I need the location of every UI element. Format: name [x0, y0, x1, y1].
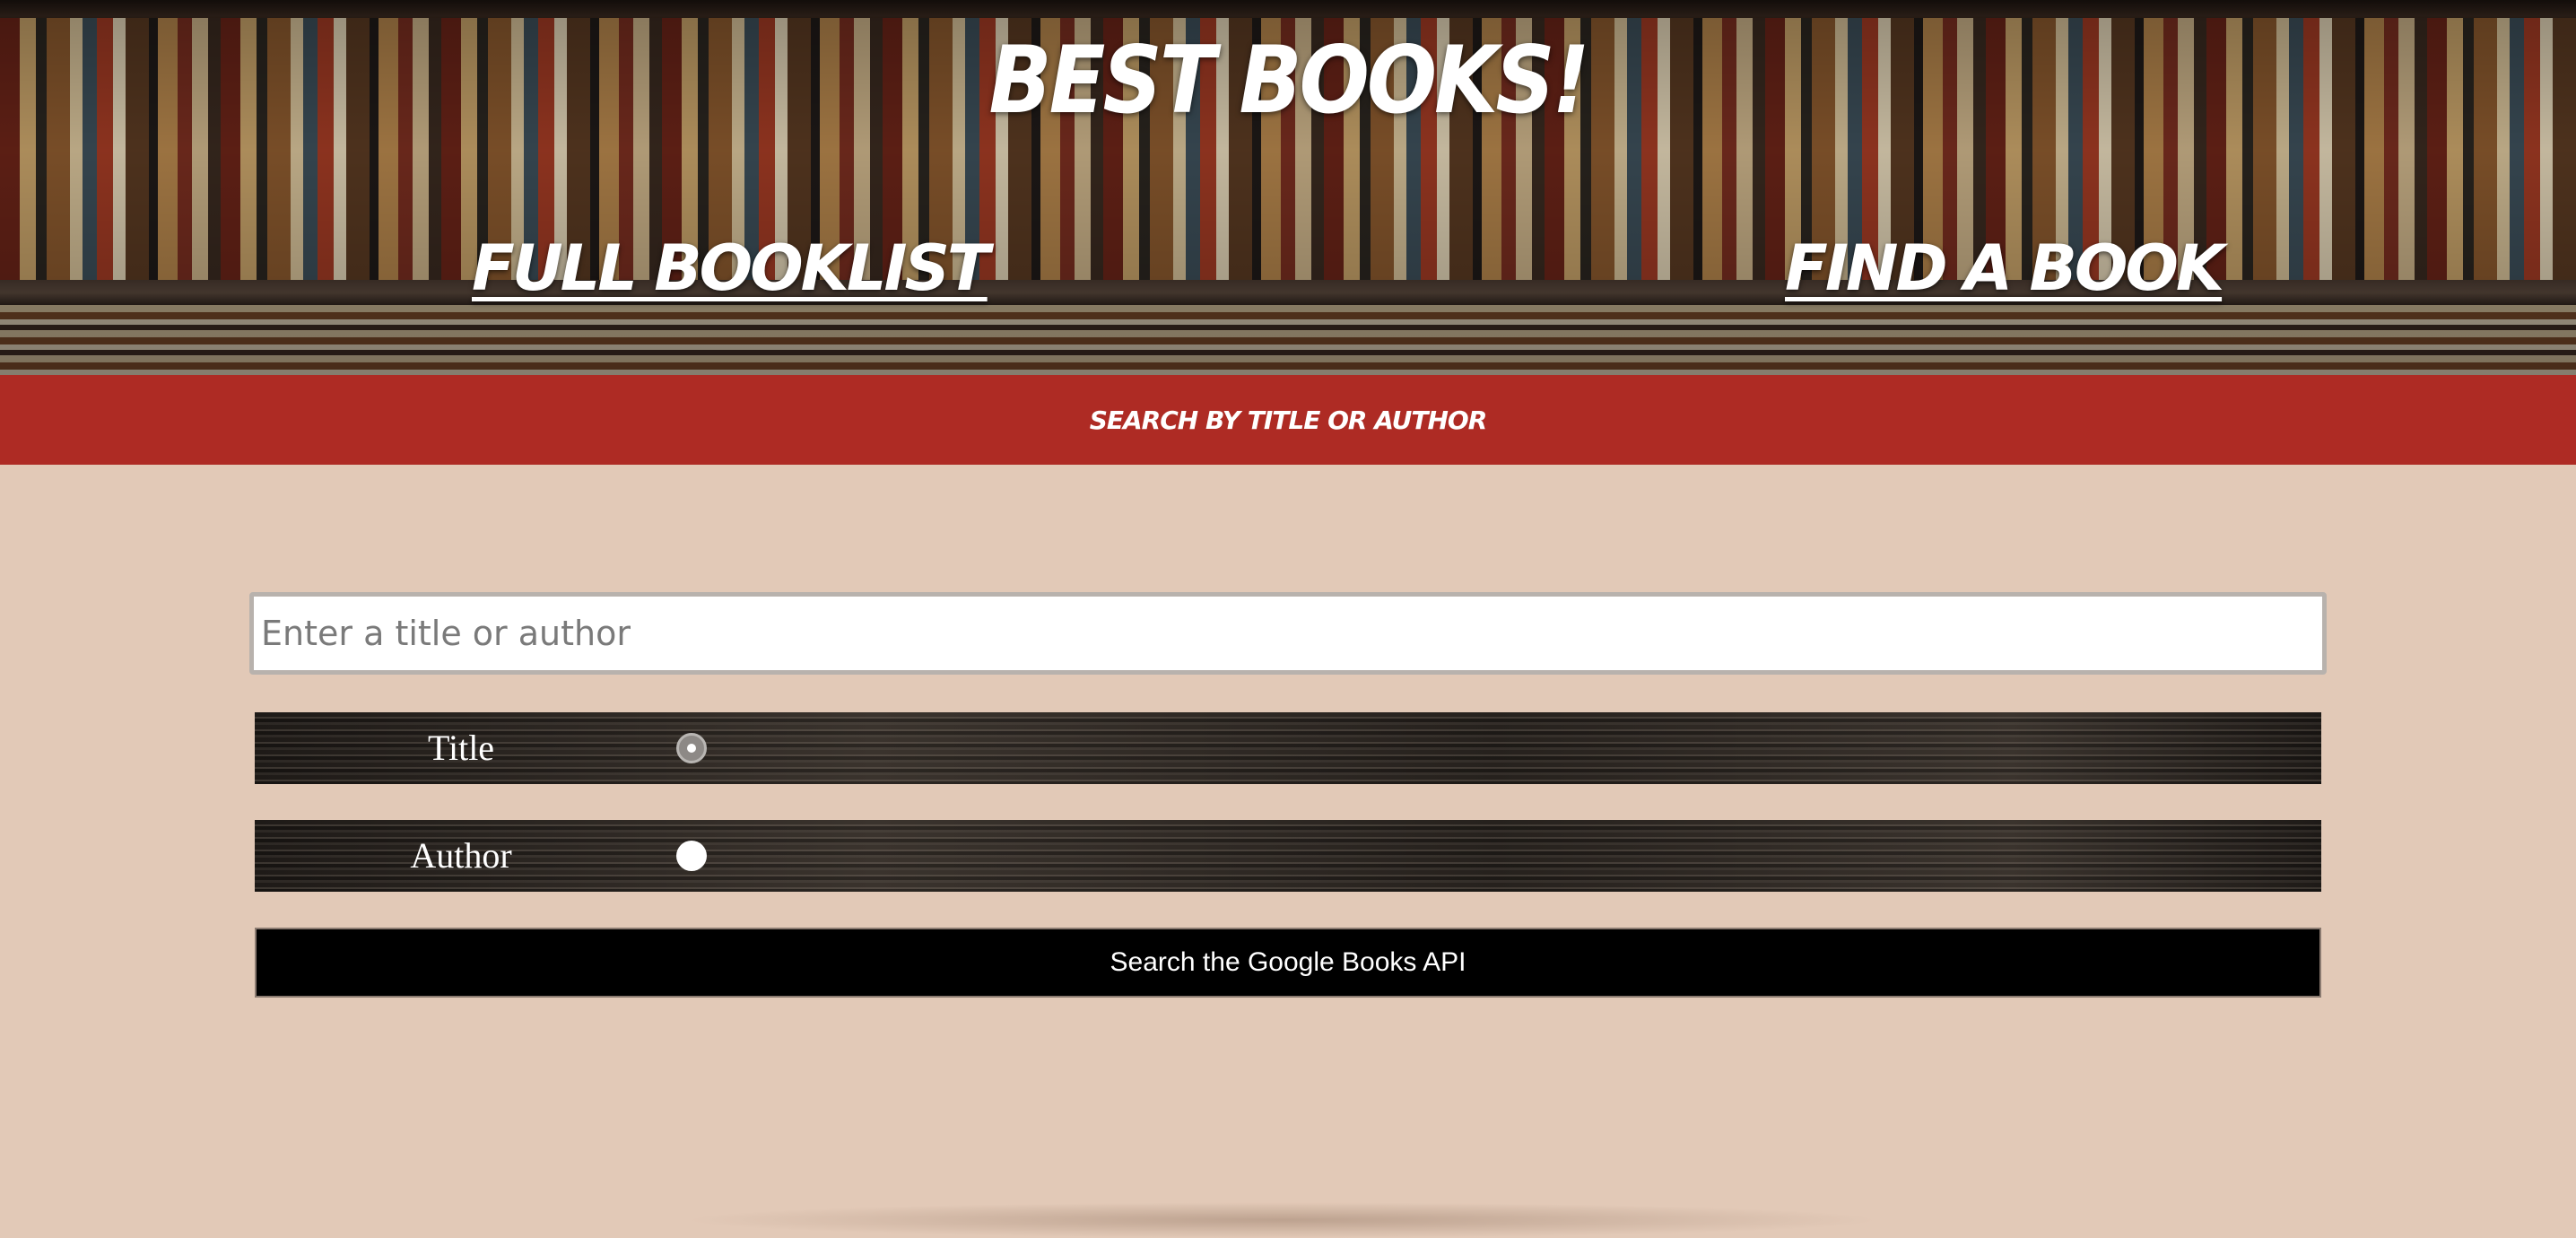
- search-input[interactable]: [249, 592, 2327, 675]
- search-option-author[interactable]: Author: [255, 820, 2321, 892]
- header-banner: BEST BOOKS! FULL BOOKLIST FIND A BOOK: [0, 0, 2576, 375]
- search-button[interactable]: Search the Google Books API: [255, 928, 2321, 998]
- nav-link-full-booklist[interactable]: FULL BOOKLIST: [472, 231, 990, 305]
- search-option-title[interactable]: Title: [255, 712, 2321, 784]
- banner-text: SEARCH BY TITLE OR AUTHOR: [1089, 405, 1488, 435]
- radio-author[interactable]: [676, 841, 707, 871]
- results-container-shadow: [682, 1202, 1884, 1238]
- radio-title[interactable]: [676, 733, 707, 763]
- section-banner: SEARCH BY TITLE OR AUTHOR: [0, 375, 2576, 465]
- option-label-author: Author: [410, 835, 512, 876]
- nav-link-find-a-book[interactable]: FIND A BOOK: [1785, 231, 2224, 305]
- option-label-title: Title: [427, 728, 495, 768]
- site-title: BEST BOOKS!: [988, 26, 1589, 135]
